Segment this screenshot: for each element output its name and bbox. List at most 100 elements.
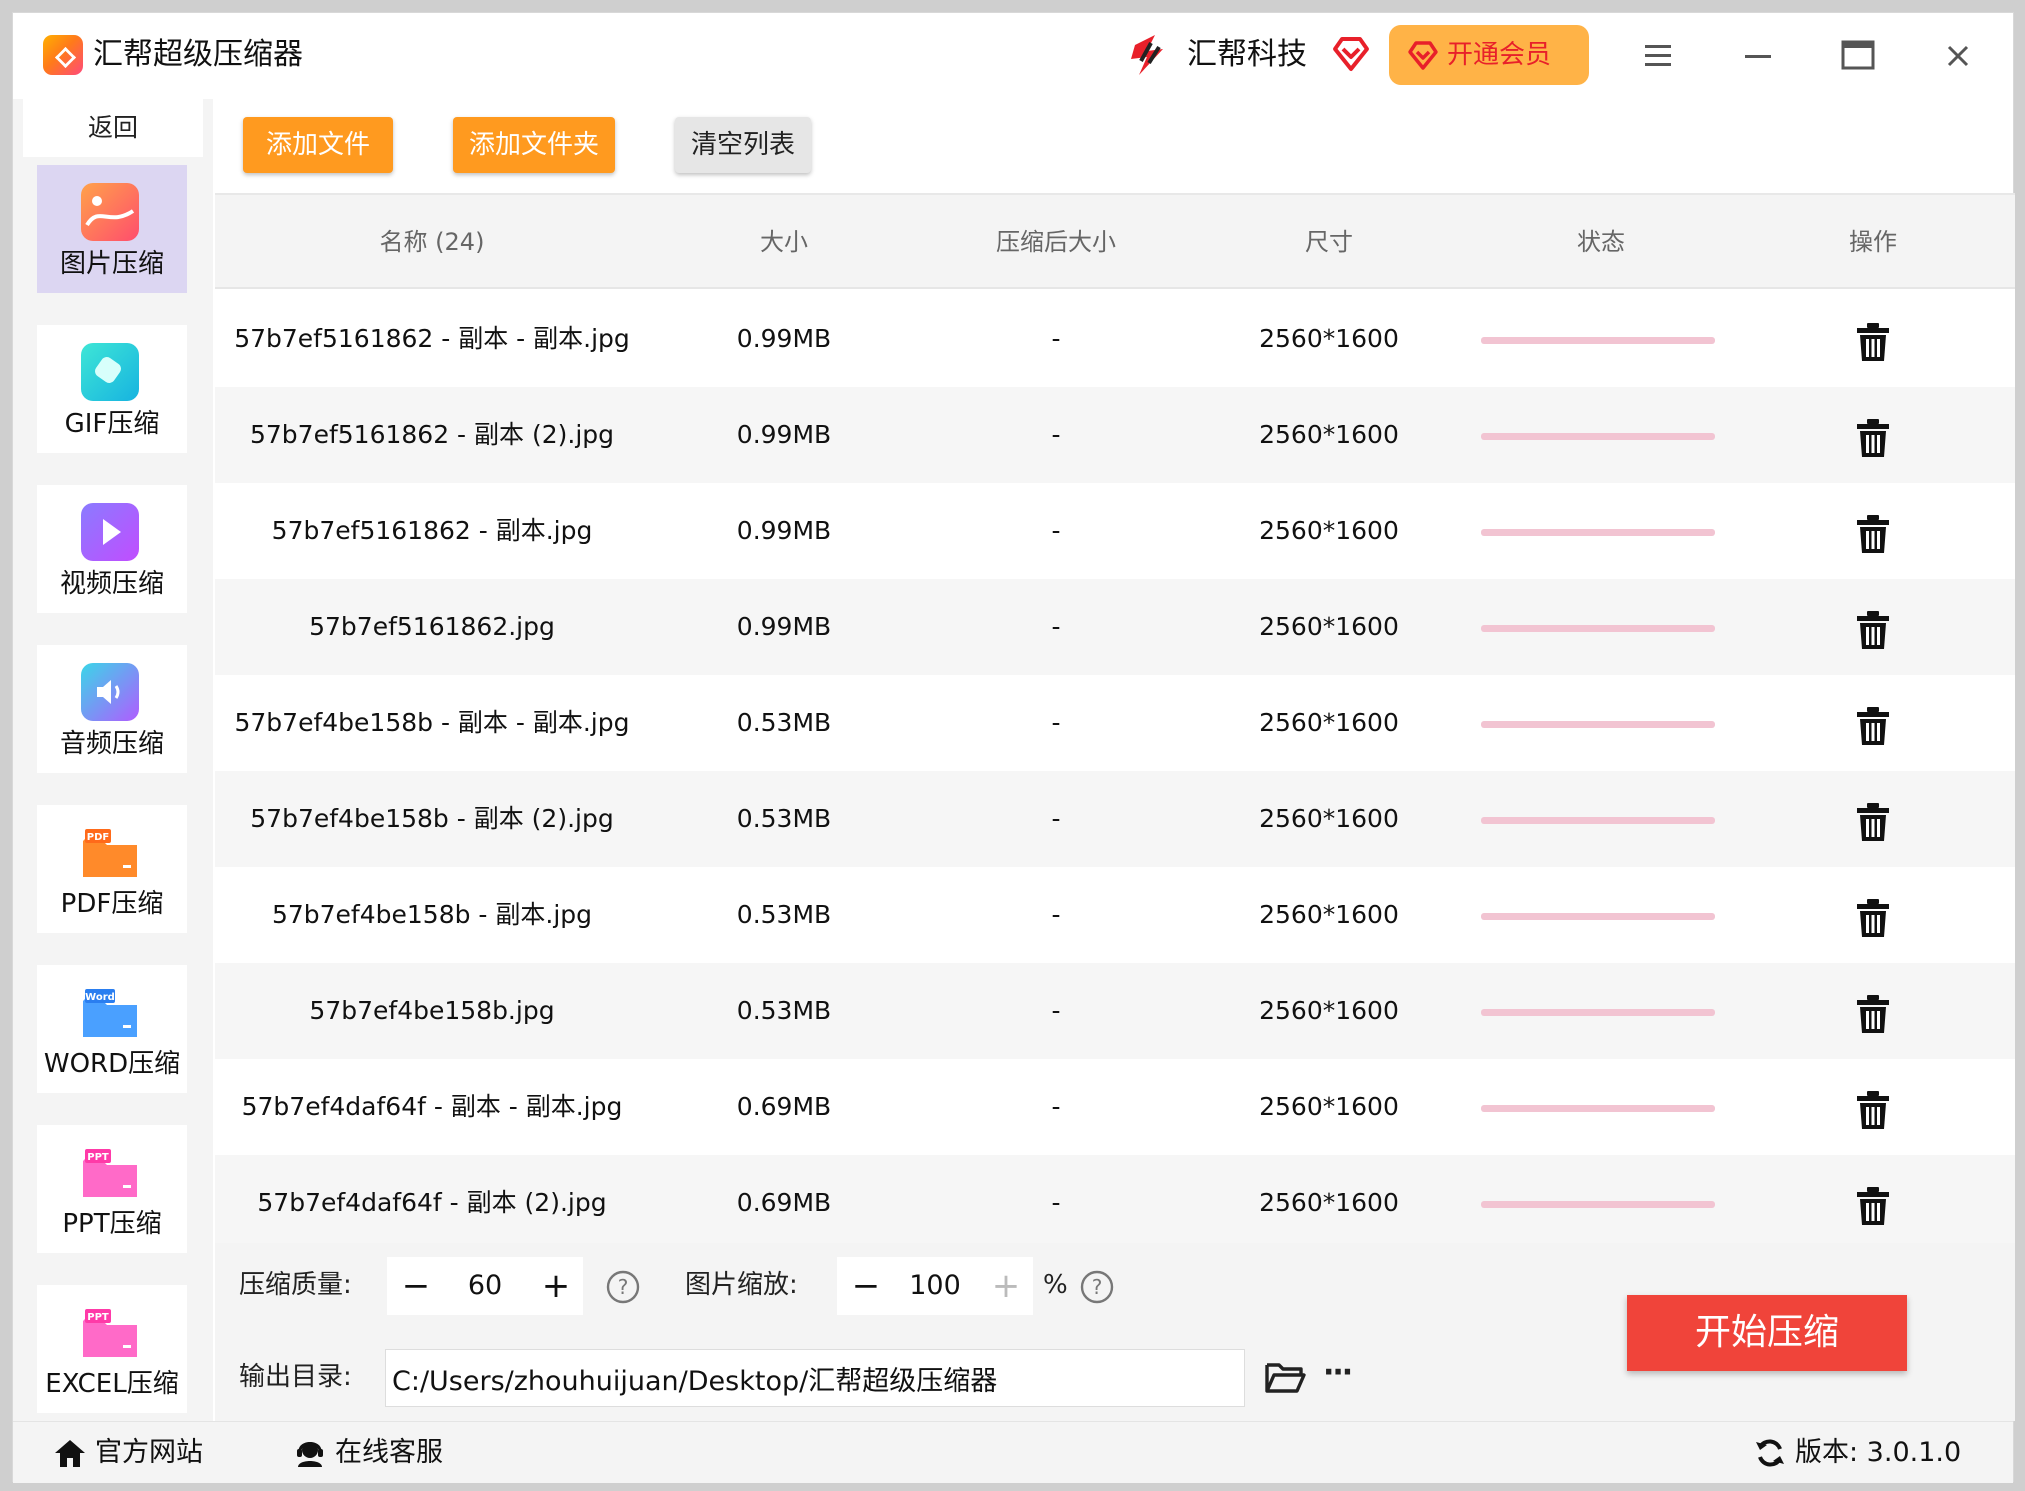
sidebar-item-label: PDF压缩 (60, 889, 164, 919)
sidebar-item-label: 音频压缩 (59, 729, 164, 759)
scale-unit: % (1043, 1270, 1068, 1300)
sidebar-item-ppt[interactable]: PPT PPT压缩 (37, 1125, 187, 1253)
table-row[interactable]: 57b7ef4be158b - 副本 - 副本.jpg 0.53MB - 2560*1… (215, 675, 2015, 771)
scale-increase-button[interactable]: + (981, 1257, 1031, 1315)
compressed-size: - (1051, 804, 1061, 833)
scale-value[interactable]: 100 (891, 1257, 979, 1315)
output-dir-input[interactable] (385, 1349, 1245, 1407)
delete-trash-icon[interactable] (1855, 610, 1891, 650)
sidebar-item-word[interactable]: Word WORD压缩 (37, 965, 187, 1093)
file-name: 57b7ef4be158b.jpg (309, 996, 555, 1025)
table-row[interactable]: 57b7ef4daf64f - 副本 - 副本.jpg 0.69MB - 2560*1… (215, 1059, 2015, 1155)
sidebar-item-video[interactable]: 视频压缩 (37, 485, 187, 613)
word-folder-icon: Word (83, 989, 137, 1037)
quality-label: 压缩质量: (239, 1270, 352, 1300)
file-name: 57b7ef5161862 - 副本 (2).jpg (249, 420, 614, 449)
online-support-link[interactable]: 在线客服 (293, 1422, 473, 1484)
header-size[interactable]: 大小 (649, 195, 919, 289)
quality-stepper[interactable]: − 60 + (387, 1257, 583, 1315)
sidebar-item-excel[interactable]: PPT EXCEL压缩 (37, 1285, 187, 1413)
compressed-size: - (1051, 612, 1061, 641)
image-dimensions: 2560*1600 (1259, 1092, 1399, 1121)
delete-trash-icon[interactable] (1855, 802, 1891, 842)
header-dimensions[interactable]: 尺寸 (1193, 195, 1465, 289)
delete-trash-icon[interactable] (1855, 1090, 1891, 1130)
file-name: 57b7ef4daf64f - 副本 - 副本.jpg (241, 1092, 623, 1121)
status-progress-bar (1481, 1105, 1715, 1112)
delete-trash-icon[interactable] (1855, 514, 1891, 554)
clear-list-button[interactable]: 清空列表 (675, 117, 811, 173)
table-row[interactable]: 57b7ef5161862 - 副本 (2).jpg 0.99MB - 2560*16… (215, 387, 2015, 483)
delete-trash-icon[interactable] (1855, 1186, 1891, 1226)
delete-trash-icon[interactable] (1855, 898, 1891, 938)
quality-help-icon[interactable]: ? (605, 1269, 641, 1305)
compressed-size: - (1051, 1092, 1061, 1121)
scale-decrease-button[interactable]: − (841, 1257, 891, 1315)
quality-increase-button[interactable]: + (531, 1257, 581, 1315)
ppt-folder-icon: PPT (83, 1149, 137, 1197)
svg-text:?: ? (1092, 1275, 1103, 1299)
scale-help-icon[interactable]: ? (1079, 1269, 1115, 1305)
official-website-link[interactable]: 官方网站 (53, 1422, 223, 1484)
excel-folder-icon: PPT (83, 1309, 137, 1357)
sidebar-item-pdf[interactable]: PDF PDF压缩 (37, 805, 187, 933)
table-row[interactable]: 57b7ef4be158b - 副本.jpg 0.53MB - 2560*1600 (215, 867, 2015, 963)
table-row[interactable]: 57b7ef5161862 - 副本.jpg 0.99MB - 2560*1600 (215, 483, 2015, 579)
file-name: 57b7ef5161862 - 副本 - 副本.jpg (234, 324, 630, 353)
sidebar-item-label: GIF压缩 (64, 409, 160, 439)
sidebar-item-gif[interactable]: GIF压缩 (37, 325, 187, 453)
brand-name: 汇帮科技 (1187, 37, 1307, 72)
image-dimensions: 2560*1600 (1259, 996, 1399, 1025)
image-dimensions: 2560*1600 (1259, 420, 1399, 449)
scale-stepper[interactable]: − 100 + (837, 1257, 1033, 1315)
file-size: 0.53MB (736, 996, 832, 1025)
compressed-size: - (1051, 420, 1061, 449)
sidebar-item-audio[interactable]: 音频压缩 (37, 645, 187, 773)
table-row[interactable]: 57b7ef4daf64f - 副本 (2).jpg 0.69MB - 2560*16… (215, 1155, 2015, 1243)
quality-decrease-button[interactable]: − (391, 1257, 441, 1315)
table-row[interactable]: 57b7ef4be158b.jpg 0.53MB - 2560*1600 (215, 963, 2015, 1059)
start-compress-button[interactable]: 开始压缩 (1627, 1295, 1907, 1371)
table-row[interactable]: 57b7ef5161862 - 副本 - 副本.jpg 0.99MB - 2560*1… (215, 291, 2015, 387)
support-agent-icon (297, 1442, 323, 1467)
sidebar-item-label: 视频压缩 (59, 569, 164, 599)
minimize-icon[interactable] (1735, 33, 1781, 79)
vip-button[interactable]: 开通会员 (1389, 25, 1589, 85)
sidebar-item-label: WORD压缩 (43, 1049, 181, 1079)
video-icon (81, 503, 139, 561)
file-size: 0.99MB (736, 516, 832, 545)
table-row[interactable]: 57b7ef5161862.jpg 0.99MB - 2560*1600 (215, 579, 2015, 675)
folder-open-icon[interactable] (1263, 1357, 1307, 1397)
version-check-button[interactable]: 版本: 3.0.1.0 (1753, 1422, 1993, 1484)
image-dimensions: 2560*1600 (1259, 804, 1399, 833)
brand-logo-icon (1131, 35, 1163, 75)
close-icon[interactable] (1935, 33, 1981, 79)
header-name[interactable]: 名称 (24) (215, 195, 649, 289)
maximize-icon[interactable] (1835, 33, 1881, 79)
status-progress-bar (1481, 433, 1715, 440)
file-size: 0.99MB (736, 420, 832, 449)
header-actions: 操作 (1849, 228, 1897, 256)
file-size: 0.69MB (736, 1092, 832, 1121)
header-compressed-size[interactable]: 压缩后大小 (919, 195, 1193, 289)
delete-trash-icon[interactable] (1855, 322, 1891, 362)
delete-trash-icon[interactable] (1855, 994, 1891, 1034)
back-button[interactable]: 返回 (23, 99, 203, 157)
sidebar: 返回 图片压缩 GIF压缩 视频压缩 音频压缩 PDF PDF压缩 Word W… (13, 99, 213, 1421)
delete-trash-icon[interactable] (1855, 418, 1891, 458)
add-file-button[interactable]: 添加文件 (243, 117, 393, 173)
file-name: 57b7ef4daf64f - 副本 (2).jpg (257, 1188, 607, 1217)
menu-icon[interactable] (1635, 33, 1681, 79)
status-progress-bar (1481, 529, 1715, 536)
file-name: 57b7ef5161862.jpg (309, 612, 555, 641)
sidebar-item-image[interactable]: 图片压缩 (37, 165, 187, 293)
compressed-size: - (1051, 324, 1061, 353)
sidebar-item-label: 图片压缩 (59, 249, 164, 279)
footer: 官方网站 在线客服 版本: 3.0.1.0 (13, 1421, 2013, 1483)
more-options-button[interactable]: ··· (1323, 1353, 1353, 1393)
table-row[interactable]: 57b7ef4be158b - 副本 (2).jpg 0.53MB - 2560*16… (215, 771, 2015, 867)
pdf-badge: PDF (87, 832, 109, 843)
add-folder-button[interactable]: 添加文件夹 (453, 117, 615, 173)
delete-trash-icon[interactable] (1855, 706, 1891, 746)
quality-value[interactable]: 60 (441, 1257, 529, 1315)
